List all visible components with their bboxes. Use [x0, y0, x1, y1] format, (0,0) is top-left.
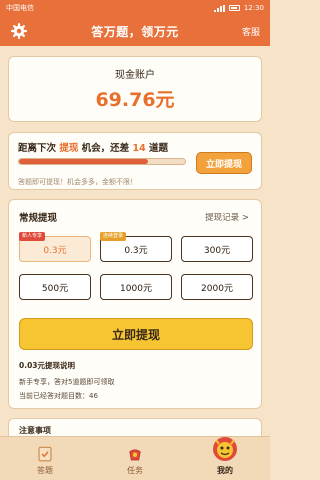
gear-icon[interactable] — [10, 22, 28, 40]
battery-icon — [228, 5, 240, 11]
status-bar: 中国电信 12:30 — [0, 0, 270, 16]
status-icons: 12:30 — [213, 4, 264, 12]
progress-fill — [19, 159, 149, 164]
lion-mascot-icon — [213, 437, 237, 461]
tab-mine[interactable]: 我的 — [180, 437, 270, 480]
withdraw-note-title: 0.03元提现说明 — [19, 361, 76, 370]
amount-option-2[interactable]: 300元 — [181, 236, 253, 262]
withdraw-record-link[interactable]: 提现记录 > — [205, 211, 249, 223]
new-user-tag: 新人专享 — [19, 232, 46, 241]
cash-account-card: 现金账户 69.76元 — [8, 56, 262, 122]
withdraw-hint-text: 答题即可提现！机会多多，金额不限！ — [18, 178, 137, 186]
tab-task-label: 任务 — [127, 466, 143, 475]
clock-time: 12:30 — [243, 4, 264, 12]
cash-balance-value: 69.76元 — [95, 89, 175, 111]
withdraw-note-count: 当前已经答对题目数：46 — [19, 392, 98, 400]
notice-title: 注意事项 — [19, 426, 51, 435]
regular-withdraw-title: 常规提现 — [19, 213, 58, 224]
withdraw-amount-grid: 新人专享 0.3元 连续登录 0.3元 300元 500元 1000元 2000… — [19, 232, 253, 300]
amount-option-3[interactable]: 500元 — [19, 274, 91, 300]
answer-icon — [38, 446, 52, 462]
amount-option-5[interactable]: 2000元 — [181, 274, 253, 300]
regular-withdraw-card: 常规提现 提现记录 > 新人专享 0.3元 连续登录 0.3元 300元 500… — [8, 199, 262, 409]
withdraw-highlight: 提现 — [59, 143, 79, 154]
tab-answer-label: 答题 — [37, 466, 53, 475]
amount-option-1[interactable]: 连续登录 0.3元 — [100, 232, 172, 262]
instant-withdraw-button-small[interactable]: 立即提现 — [196, 152, 252, 174]
tab-task[interactable]: 任务 — [90, 437, 180, 480]
signal-icon — [213, 4, 225, 12]
withdraw-note-rule: 新手专享，答对5道题即可领取 — [19, 378, 115, 386]
tab-mine-label: 我的 — [217, 466, 233, 475]
app-header: 答万题，领万元 客服 — [0, 16, 270, 46]
page-title: 答万题，领万元 — [91, 24, 179, 39]
remaining-questions-count: 14 — [132, 143, 146, 154]
next-withdraw-countdown: 距离下次 提现 机会，还差 14 道题 — [18, 143, 169, 154]
bottom-tab-bar: 答题 任务 我的 — [0, 436, 270, 480]
amount-option-0[interactable]: 新人专享 0.3元 — [19, 232, 91, 262]
progress-bar — [18, 158, 186, 165]
amount-option-4[interactable]: 1000元 — [100, 274, 172, 300]
tab-answer[interactable]: 答题 — [0, 437, 90, 480]
carrier-label: 中国电信 — [6, 4, 34, 12]
cash-account-label: 现金账户 — [115, 70, 155, 81]
customer-service-link[interactable]: 客服 — [242, 25, 260, 38]
withdraw-progress-card: 距离下次 提现 机会，还差 14 道题 立即提现 答题即可提现！机会多多，金额不… — [8, 132, 262, 190]
consecutive-login-tag: 连续登录 — [100, 232, 127, 241]
instant-withdraw-button[interactable]: 立即提现 — [19, 318, 253, 350]
task-icon — [129, 449, 141, 461]
